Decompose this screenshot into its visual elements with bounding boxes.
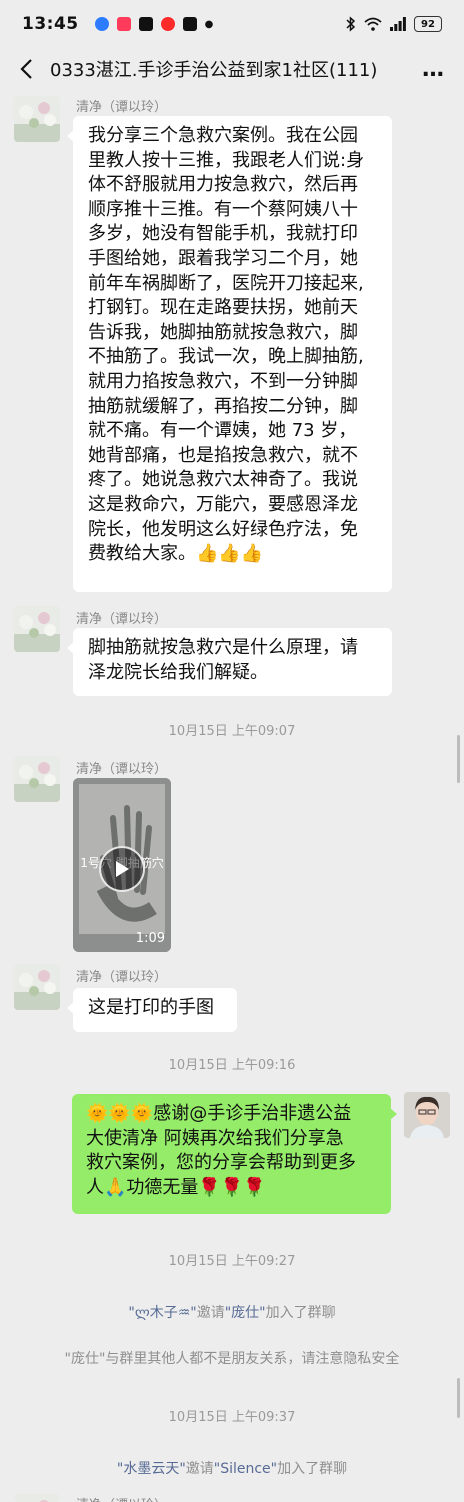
- message-line: 疼了。她说急救穴太神奇了。我说: [88, 469, 358, 491]
- message-line: 院长，他发明这么好绿色疗法，免: [88, 518, 358, 540]
- privacy-notice: "庞仕"与群里其他人都不是朋友关系，请注意隐私安全: [64, 1351, 400, 1367]
- message-line: 前年车祸脚断了，医院开刀接起来,: [88, 272, 364, 294]
- message-line: 这是救命穴，万能穴，要感恩泽龙: [88, 493, 358, 515]
- message-line: 手图给她，跟着我学习二个月，她: [88, 247, 358, 269]
- status-time: 13:45: [22, 14, 79, 34]
- message-line: 告诉我，她脚抽筋就按急救穴，脚: [88, 321, 358, 343]
- message-line: 多岁，她没有智能手机，我就打印: [88, 223, 358, 245]
- video-message[interactable]: 1号穴 脚抽筋穴 1:09: [73, 778, 171, 952]
- message-bubble-outgoing[interactable]: 🌞🌞🌞感谢@手诊手治非遗公益 大使清净 阿姨再次给我们分享急 救穴案例，您的分享…: [72, 1094, 397, 1214]
- avatar[interactable]: [14, 756, 60, 802]
- avatar[interactable]: [14, 1494, 60, 1502]
- message-line: 这是打印的手图: [88, 997, 214, 1018]
- message-line: 体不舒服就用力按急救穴，然后再: [88, 174, 358, 196]
- video-duration: 1:09: [135, 931, 165, 946]
- system-message: "水墨云天"邀请"Silence"加入了群聊: [0, 1458, 464, 1478]
- battery-level: 92: [421, 18, 435, 30]
- chat-header: 0333湛江.手诊手治公益到家1社区(111) …: [0, 48, 464, 90]
- sender-name: 清净（谭以玲）: [76, 970, 168, 985]
- avatar-self[interactable]: [404, 1092, 450, 1138]
- avatar[interactable]: [14, 964, 60, 1010]
- system-actor[interactable]: "ლ木子♒": [128, 1305, 196, 1321]
- more-icon[interactable]: …: [422, 57, 446, 82]
- system-actor[interactable]: "水墨云天": [117, 1461, 186, 1477]
- app-notification-icon: [138, 17, 153, 31]
- signal-icon: [390, 17, 406, 31]
- message-line: 就不痛。有一个谭姨，她 73 岁，: [88, 420, 357, 442]
- bluetooth-icon: [346, 16, 356, 32]
- timestamp: 10月15日 上午09:07: [168, 724, 296, 739]
- back-icon[interactable]: [6, 48, 46, 90]
- message-line: 🌞🌞🌞感谢@手诊手治非遗公益: [86, 1103, 352, 1124]
- app-notification-icon: [116, 17, 131, 31]
- message-line: 顺序推十三推。有一个蔡阿姨八十: [88, 198, 358, 220]
- sender-name: 清净（谭以玲）: [76, 762, 168, 777]
- battery-icon: 92: [414, 16, 442, 32]
- system-target[interactable]: "Silence": [214, 1461, 277, 1477]
- message-line: 费教给大家。👍👍👍: [88, 543, 264, 565]
- avatar[interactable]: [14, 96, 60, 142]
- app-notification-icon: [182, 17, 197, 31]
- system-target[interactable]: "庞仕": [225, 1305, 266, 1321]
- wifi-icon: [364, 17, 382, 31]
- sender-name: 清净（谭以玲）: [76, 100, 168, 115]
- chat-title: 0333湛江.手诊手治公益到家1社区(111): [50, 60, 378, 81]
- app-notification-icon: [94, 17, 109, 31]
- message-line: 就用力掐按急救穴，不到一分钟脚: [88, 370, 358, 392]
- system-verb: 邀请: [196, 1305, 225, 1321]
- message-line: 泽龙院长给我们解疑。: [88, 661, 268, 683]
- scrollbar[interactable]: [457, 1378, 460, 1418]
- app-notification-icon: [160, 17, 175, 31]
- timestamp: 10月15日 上午09:37: [168, 1410, 296, 1425]
- message-bubble[interactable]: 脚抽筋就按急救穴是什么原理，请 泽龙院长给我们解疑。: [67, 628, 392, 696]
- message-line: 里教人按十三推，我跟老人们说:身: [88, 149, 365, 171]
- message-line: 大使清净 阿姨再次给我们分享急: [86, 1127, 344, 1149]
- system-tail: 加入了群聊: [265, 1305, 336, 1321]
- message-line: 脚抽筋就按急救穴是什么原理，请: [88, 637, 358, 658]
- message-line: 打钢钉。现在走路要扶拐，她前天: [88, 297, 358, 319]
- status-app-icons: ●: [94, 17, 214, 31]
- timestamp: 10月15日 上午09:27: [168, 1254, 296, 1269]
- system-tail: 加入了群聊: [277, 1461, 348, 1477]
- message-bubble[interactable]: 我分享三个急救穴案例。我在公园 里教人按十三推，我跟老人们说:身 体不舒服就用力…: [67, 116, 392, 592]
- message-line: 不抽筋了。我试一次，晚上脚抽筋,: [88, 346, 364, 368]
- message-bubble[interactable]: 这是打印的手图: [67, 988, 237, 1032]
- message-line: 抽筋就缓解了，再掐按二分钟，脚: [88, 395, 358, 417]
- more-notifications-icon: ●: [204, 18, 214, 30]
- status-bar: 13:45 ● 92: [0, 0, 464, 48]
- play-icon[interactable]: [99, 846, 145, 892]
- sender-name: 清净（谭以玲）: [76, 1494, 167, 1502]
- system-message: "ლ木子♒"邀请"庞仕"加入了群聊: [0, 1302, 464, 1322]
- status-right: 92: [346, 16, 442, 32]
- message-line: 救穴案例，您的分享会帮助到更多: [86, 1152, 356, 1174]
- message-line: 我分享三个急救穴案例。我在公园: [88, 125, 358, 146]
- sender-name: 清净（谭以玲）: [76, 612, 168, 627]
- timestamp: 10月15日 上午09:16: [168, 1058, 296, 1073]
- system-verb: 邀请: [185, 1461, 214, 1477]
- message-line: 她背部痛，也是掐按急救穴，就不: [88, 444, 358, 466]
- scrollbar[interactable]: [457, 735, 460, 783]
- message-line: 人🙏功德无量🌹🌹🌹: [86, 1176, 266, 1198]
- avatar[interactable]: [14, 606, 60, 652]
